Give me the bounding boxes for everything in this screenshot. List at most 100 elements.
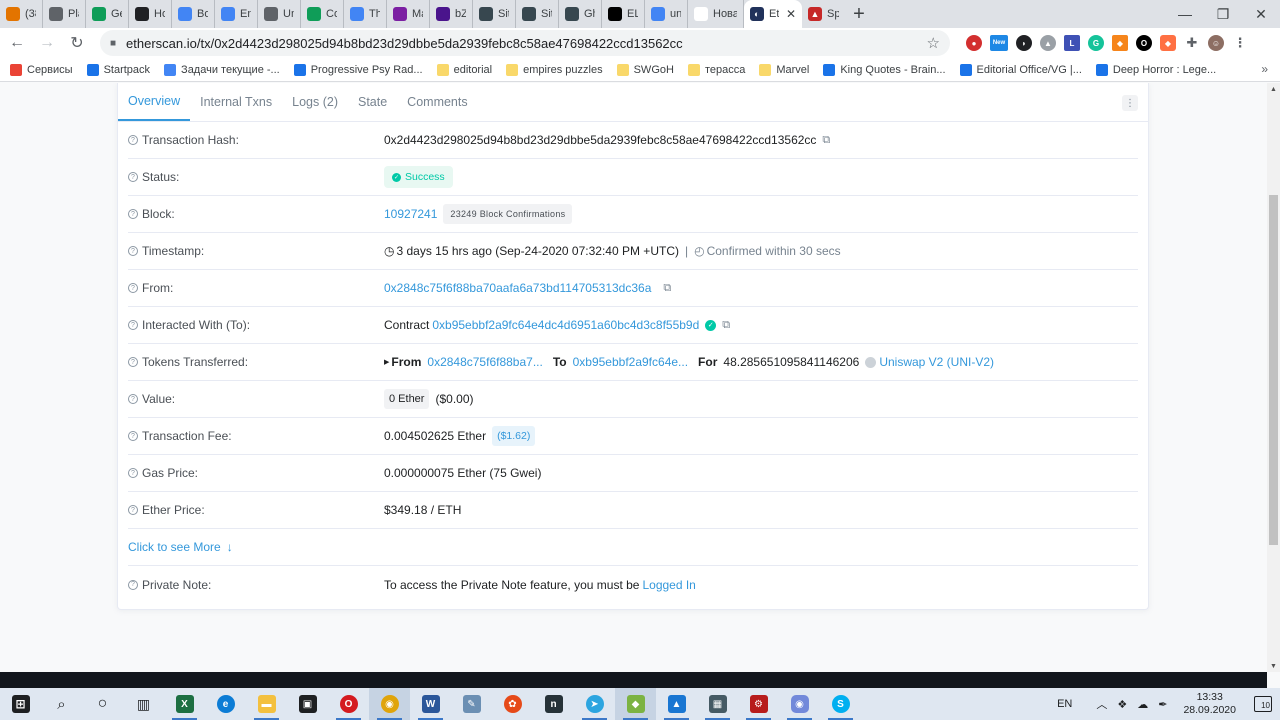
- menu-kebab-icon[interactable]: ⋮: [1232, 35, 1248, 51]
- browser-tab[interactable]: bZx |: [430, 0, 473, 28]
- logged-in-link[interactable]: Logged In: [642, 578, 695, 592]
- file-explorer-icon[interactable]: ▬: [246, 688, 287, 720]
- word-app-icon[interactable]: W: [410, 688, 451, 720]
- bookmark-item[interactable]: SWGoH: [616, 63, 674, 76]
- help-icon[interactable]: ?: [128, 172, 138, 182]
- browser-tab[interactable]: ▲ Spac: [802, 0, 845, 28]
- pen-icon[interactable]: ✒: [1158, 698, 1167, 711]
- tab-internal-txns[interactable]: Internal Txns: [190, 83, 282, 121]
- token-to-link[interactable]: 0xb95ebbf2a9fc64e...: [573, 355, 688, 369]
- search-icon[interactable]: ⌕: [41, 688, 82, 720]
- token-name-link[interactable]: Uniswap V2 (UNI-V2): [879, 355, 994, 369]
- dropbox-icon[interactable]: ❖: [1117, 698, 1127, 711]
- help-icon[interactable]: ?: [128, 579, 138, 590]
- fox-extension-icon[interactable]: ◆: [1160, 35, 1176, 51]
- more-options-icon[interactable]: ⋮: [1122, 95, 1138, 111]
- opera-app-icon[interactable]: O: [328, 688, 369, 720]
- task-view-icon[interactable]: ▥: [123, 688, 164, 720]
- bookmark-star-icon[interactable]: ☆: [927, 34, 940, 52]
- help-icon[interactable]: ?: [128, 505, 138, 515]
- chrome-app-icon[interactable]: ◉: [369, 688, 410, 720]
- browser-tab[interactable]: Copy: [301, 0, 344, 28]
- profile-avatar-icon[interactable]: ☺: [1208, 35, 1224, 51]
- help-icon[interactable]: ?: [128, 246, 138, 256]
- url-text[interactable]: etherscan.io/tx/0x2d4423d298025d94b8bd23…: [126, 36, 927, 51]
- back-arrow-icon[interactable]: ←: [4, 30, 30, 56]
- copy-icon[interactable]: ⧉: [822, 134, 830, 147]
- bookmark-item[interactable]: Сервисы: [10, 63, 73, 76]
- tab-overview[interactable]: Overview: [118, 83, 191, 121]
- drive-extension-icon[interactable]: ▲: [1040, 35, 1056, 51]
- address-bar[interactable]: ■ etherscan.io/tx/0x2d4423d298025d94b8bd…: [100, 30, 950, 56]
- tab-logs[interactable]: Logs (2): [282, 83, 348, 121]
- help-icon[interactable]: ?: [128, 135, 138, 145]
- tab-state[interactable]: State: [348, 83, 397, 121]
- help-icon[interactable]: ?: [128, 283, 138, 293]
- block-number-link[interactable]: 10927241: [384, 207, 437, 221]
- news-extension-icon[interactable]: New: [990, 35, 1008, 51]
- bookmark-item[interactable]: editorial: [436, 63, 492, 76]
- settings-app-icon[interactable]: ⚙: [738, 688, 779, 720]
- page-scrollbar[interactable]: ▲ ▼: [1267, 83, 1280, 672]
- bookmark-item[interactable]: Deep Horror : Lege...: [1095, 63, 1216, 76]
- notes-app-icon[interactable]: ✎: [451, 688, 492, 720]
- bookmarks-overflow-icon[interactable]: »: [1261, 62, 1268, 76]
- notifications-icon[interactable]: 10: [1254, 696, 1272, 712]
- cloud-icon[interactable]: ☁: [1137, 698, 1148, 711]
- copy-icon[interactable]: ⧉: [722, 319, 730, 332]
- copy-icon[interactable]: ⧉: [663, 282, 671, 295]
- telegram-app-icon[interactable]: ➤: [574, 688, 615, 720]
- clock[interactable]: 13:33 28.09.2020: [1183, 691, 1236, 717]
- browser-tab[interactable]: Boile: [172, 0, 215, 28]
- help-icon[interactable]: ?: [128, 320, 138, 330]
- extension-icon[interactable]: ◗: [1016, 35, 1032, 51]
- bookmark-item[interactable]: Startpack: [86, 63, 150, 76]
- browser-tab[interactable]: (38) C: [0, 0, 43, 28]
- close-tab-icon[interactable]: ✕: [786, 7, 796, 21]
- circle-extension-icon[interactable]: O: [1136, 35, 1152, 51]
- scroll-up-icon[interactable]: ▲: [1267, 83, 1280, 95]
- browser-tab-active[interactable]: ◐ Et ✕: [744, 0, 802, 28]
- browser-tab[interactable]: Site U: [516, 0, 559, 28]
- bookmark-item[interactable]: Задачи текущие -...: [164, 63, 280, 76]
- browser-tab[interactable]: ELI5:: [602, 0, 645, 28]
- nox-app-icon[interactable]: n: [533, 688, 574, 720]
- browser-tab[interactable]: How: [129, 0, 172, 28]
- bookmark-item[interactable]: empires puzzles: [506, 63, 603, 76]
- scroll-down-icon[interactable]: ▼: [1267, 660, 1280, 672]
- cortana-icon[interactable]: ○: [82, 688, 123, 720]
- see-more-text[interactable]: Click to see More: [128, 540, 221, 554]
- forward-arrow-icon[interactable]: →: [34, 30, 60, 56]
- language-indicator[interactable]: EN: [1057, 698, 1072, 710]
- grammarly-extension-icon[interactable]: G: [1088, 35, 1104, 51]
- browser-tab[interactable]: Site U: [473, 0, 516, 28]
- tab-comments[interactable]: Comments: [397, 83, 477, 121]
- skype-app-icon[interactable]: S: [820, 688, 861, 720]
- metamask-fox-icon[interactable]: ◆: [1112, 35, 1128, 51]
- help-icon[interactable]: ?: [128, 468, 138, 478]
- browser-tab[interactable]: Новая вк: [688, 0, 744, 28]
- help-icon[interactable]: ?: [128, 394, 138, 404]
- lh-extension-icon[interactable]: L: [1064, 35, 1080, 51]
- see-more-link[interactable]: Click to see More ↓: [128, 540, 233, 554]
- app-icon[interactable]: ✿: [492, 688, 533, 720]
- token-from-link[interactable]: 0x2848c75f6f88ba7...: [427, 355, 542, 369]
- maximize-button[interactable]: ❐: [1204, 0, 1242, 28]
- browser-tab[interactable]: Ghos: [559, 0, 602, 28]
- calculator-app-icon[interactable]: ▦: [697, 688, 738, 720]
- contract-address-link[interactable]: 0xb95ebbf2a9fc64e4dc4d6951a60bc4d3c8f55b…: [432, 318, 699, 332]
- bookmark-item[interactable]: Progressive Psy Rad...: [293, 63, 423, 76]
- from-address-link[interactable]: 0x2848c75f6f88ba70aafa6a73bd114705313dc3…: [384, 281, 651, 295]
- bookmark-item[interactable]: Marvel: [759, 63, 809, 76]
- bookmark-item[interactable]: King Quotes - Brain...: [823, 63, 946, 76]
- browser-tab[interactable]: Enjoy: [215, 0, 258, 28]
- browser-tab[interactable]: unrel: [645, 0, 688, 28]
- new-tab-button[interactable]: +: [845, 0, 873, 28]
- browser-tab[interactable]: The N: [344, 0, 387, 28]
- browser-tab[interactable]: Gene: [86, 0, 129, 28]
- discord-app-icon[interactable]: ◉: [779, 688, 820, 720]
- adblock-extension-icon[interactable]: ●: [966, 35, 982, 51]
- browser-tab[interactable]: Platin: [43, 0, 86, 28]
- reload-icon[interactable]: ↻: [64, 30, 90, 56]
- browser-tab[interactable]: Unisv: [258, 0, 301, 28]
